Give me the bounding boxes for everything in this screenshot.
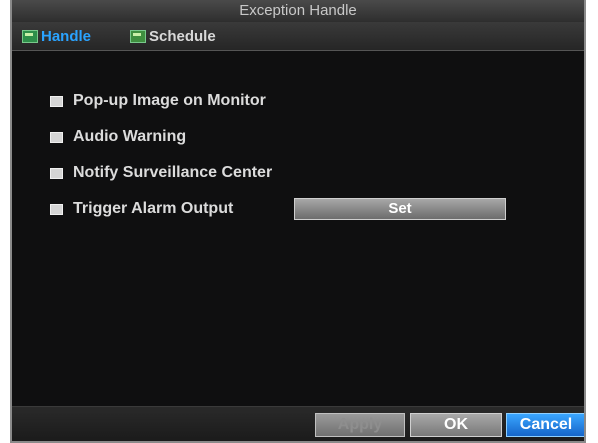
tab-handle-icon (22, 29, 38, 43)
tab-bar: Handle Schedule (12, 22, 584, 51)
option-trigger-alarm: Trigger Alarm Output (50, 197, 233, 221)
option-audio-warning: Audio Warning (50, 125, 186, 149)
trigger-alarm-checkbox[interactable] (50, 203, 63, 215)
tab-handle-label: Handle (41, 27, 92, 45)
apply-button[interactable]: Apply (315, 413, 405, 437)
tab-schedule-icon (130, 29, 146, 43)
tab-handle[interactable]: Handle (22, 25, 91, 47)
dialog-footer: Apply OK Cancel (12, 406, 584, 441)
tab-schedule-label: Schedule (149, 27, 216, 45)
audio-warning-checkbox[interactable] (50, 131, 63, 143)
exception-handle-dialog: Exception Handle Handle Schedule Pop-up … (10, 0, 586, 443)
notify-center-label: Notify Surveillance Center (73, 164, 273, 181)
option-popup-image: Pop-up Image on Monitor (50, 89, 266, 113)
handle-panel: Pop-up Image on Monitor Audio Warning No… (12, 51, 584, 391)
option-notify-center: Notify Surveillance Center (50, 161, 272, 185)
popup-image-checkbox[interactable] (50, 95, 63, 107)
notify-center-checkbox[interactable] (50, 167, 63, 179)
trigger-alarm-label: Trigger Alarm Output (73, 200, 234, 217)
tab-schedule[interactable]: Schedule (130, 25, 216, 47)
set-button[interactable]: Set (294, 198, 506, 220)
audio-warning-label: Audio Warning (73, 128, 187, 145)
dialog-title: Exception Handle (12, 0, 584, 22)
popup-image-label: Pop-up Image on Monitor (73, 92, 266, 109)
ok-button[interactable]: OK (410, 413, 502, 437)
cancel-button[interactable]: Cancel (506, 413, 584, 437)
